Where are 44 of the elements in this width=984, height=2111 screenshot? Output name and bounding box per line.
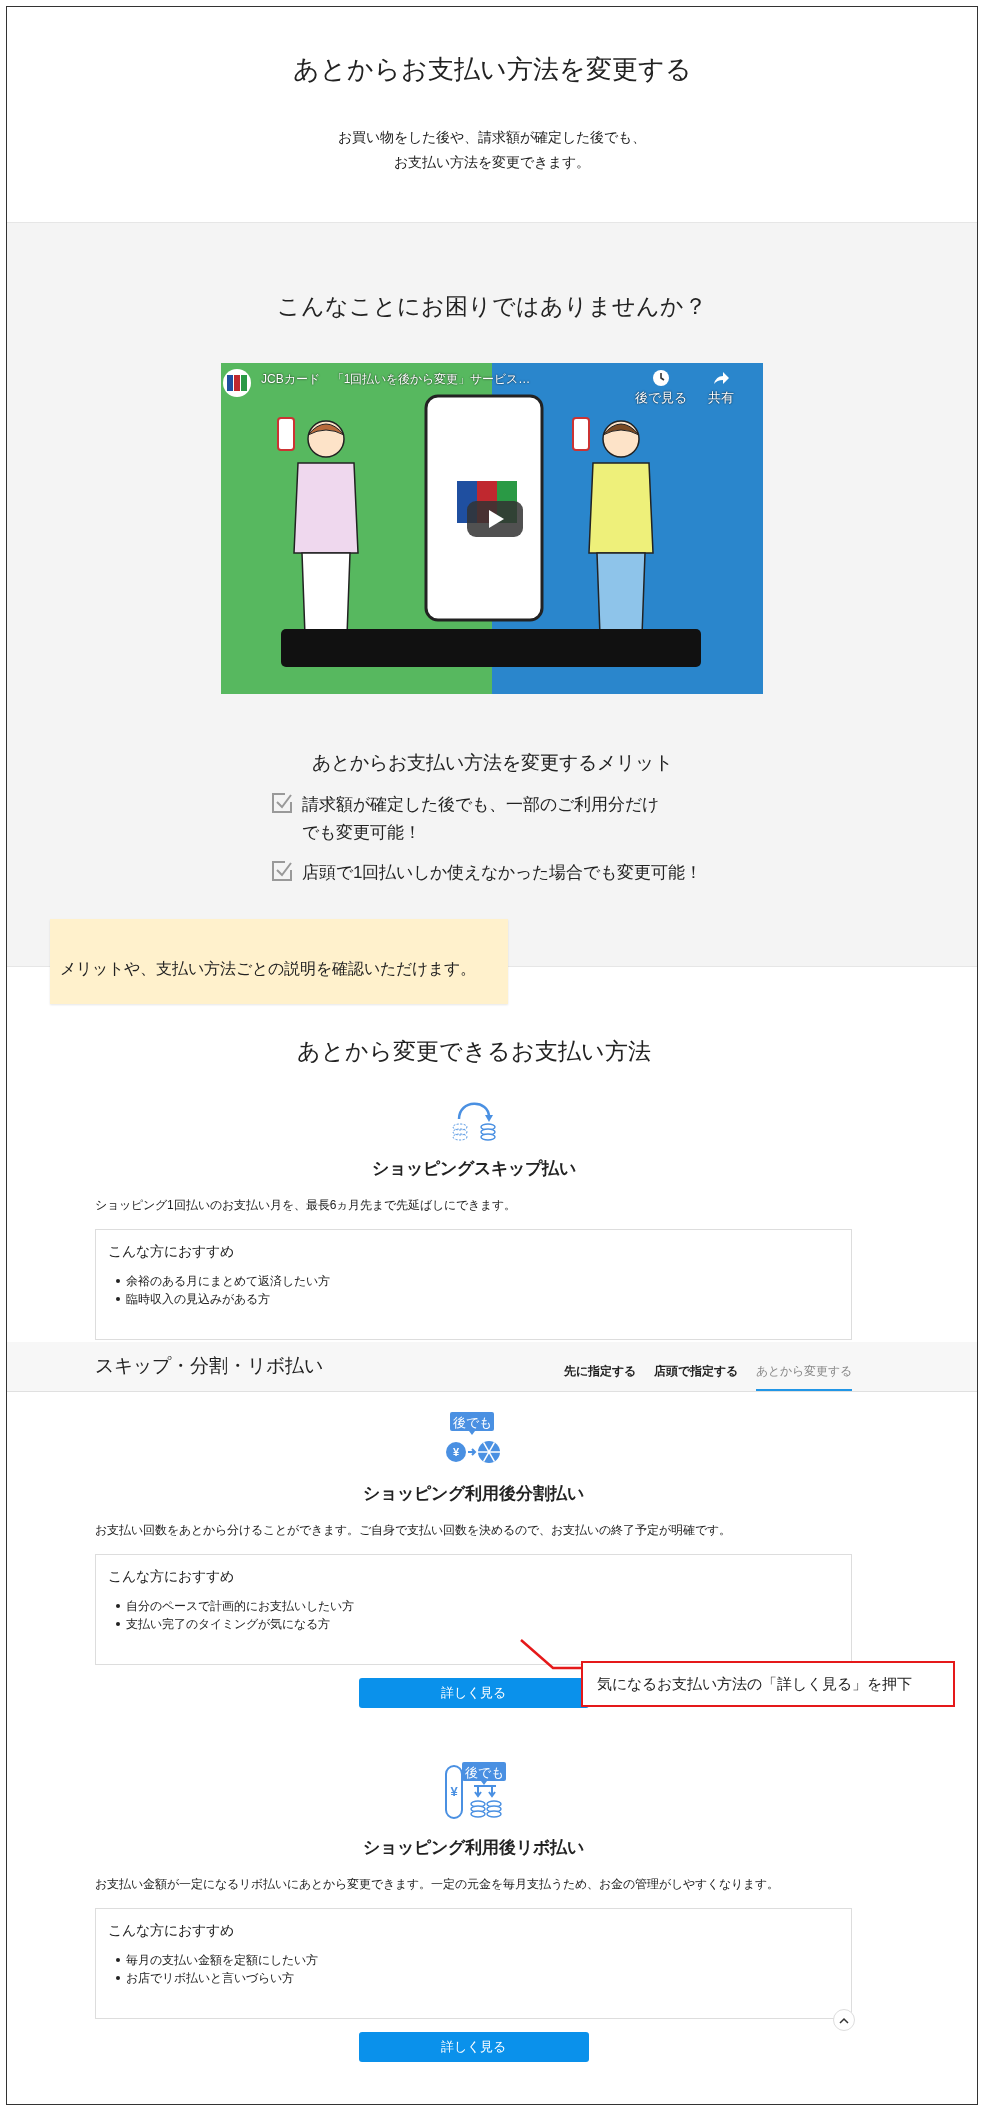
bullet-icon bbox=[116, 1279, 120, 1283]
recommend-item: 自分のペースで計画的にお支払いしたい方 bbox=[126, 1598, 354, 1614]
note-callout: メリットや、支払い方法ごとの説明を確認いただけます。 bbox=[50, 919, 508, 1004]
recommend-title: こんな方におすすめ bbox=[108, 1567, 235, 1586]
share-icon bbox=[712, 369, 730, 387]
method-title: ショッピングスキップ払い bbox=[370, 1158, 577, 1180]
merit-text: 店頭で1回払いしか使えなかった場合でも変更可能！ bbox=[302, 862, 703, 884]
merit-text: 請求額が確定した後でも、一部のご利用分だけ でも変更可能！ bbox=[302, 794, 659, 844]
bullet-icon bbox=[116, 1958, 120, 1962]
section-heading: あとから変更できるお支払い方法 bbox=[295, 1037, 652, 1066]
scroll-top-button[interactable] bbox=[833, 2009, 855, 2031]
bullet-icon bbox=[116, 1604, 120, 1608]
merits-title: あとからお支払い方法を変更するメリット bbox=[310, 751, 674, 775]
bullet-icon bbox=[116, 1297, 120, 1301]
recommend-item: 臨時収入の見込みがある方 bbox=[126, 1291, 270, 1307]
video-title: JCBカード 「1回払いを後から変更」サービス… bbox=[261, 371, 531, 388]
method-description: お支払い金額が一定になるリボ払いにあとから変更できます。一定の元金を毎月支払うため、お金の管理がしやすくなります。 bbox=[95, 1876, 780, 1893]
chevron-up-icon bbox=[839, 2016, 849, 2024]
nav-tab[interactable]: あとから変更する bbox=[756, 1363, 852, 1391]
method-description: お支払い回数をあとから分けることができます。ご自身で支払い回数を決めるので、お支払いの終了予定が明確です。 bbox=[95, 1522, 732, 1539]
page-title: あとからお支払い方法を変更する bbox=[291, 53, 693, 86]
details-button[interactable]: 詳しく見る bbox=[358, 1678, 589, 1708]
bullet-icon bbox=[116, 1622, 120, 1626]
recommend-item: お店でリボ払いと言いづらい方 bbox=[126, 1970, 294, 1986]
recommend-title: こんな方におすすめ bbox=[108, 1242, 235, 1261]
nav-tab[interactable]: 先に指定する bbox=[564, 1363, 636, 1391]
section-heading: こんなことにお困りではありませんか？ bbox=[276, 292, 708, 321]
video-action-label[interactable]: 後で見る bbox=[635, 390, 687, 407]
recommend-item: 支払い完了のタイミングが気になる方 bbox=[126, 1616, 330, 1632]
recommend-item: 毎月の支払い金額を定額にしたい方 bbox=[126, 1952, 318, 1968]
bullet-icon bbox=[116, 1976, 120, 1980]
method-description: ショッピング1回払いのお支払い月を、最長6ヵ月先まで先延ばしにできます。 bbox=[95, 1197, 518, 1214]
nav-bar-title: スキップ・分割・リボ払い bbox=[95, 1355, 323, 1378]
instruction-callout: 気になるお支払い方法の「詳しく見る」を押下 bbox=[581, 1661, 955, 1707]
method-title: ショッピング利用後分割払い bbox=[362, 1483, 585, 1505]
method-title: ショッピング利用後リボ払い bbox=[362, 1837, 585, 1859]
video-player[interactable]: JCBカード 「1回払いを後から変更」サービス… 後で見る 共有 bbox=[221, 363, 763, 694]
details-button[interactable]: 詳しく見る bbox=[358, 2032, 589, 2062]
clock-icon bbox=[652, 369, 670, 387]
recommend-title: こんな方におすすめ bbox=[108, 1921, 235, 1940]
nav-tab[interactable]: 店頭で指定する bbox=[654, 1363, 738, 1391]
intro-text: お買い物をした後や、請求額が確定した後でも、 お支払い方法を変更できます。 bbox=[337, 128, 647, 172]
recommend-item: 余裕のある月にまとめて返済したい方 bbox=[126, 1273, 330, 1289]
video-action-label[interactable]: 共有 bbox=[708, 390, 734, 407]
